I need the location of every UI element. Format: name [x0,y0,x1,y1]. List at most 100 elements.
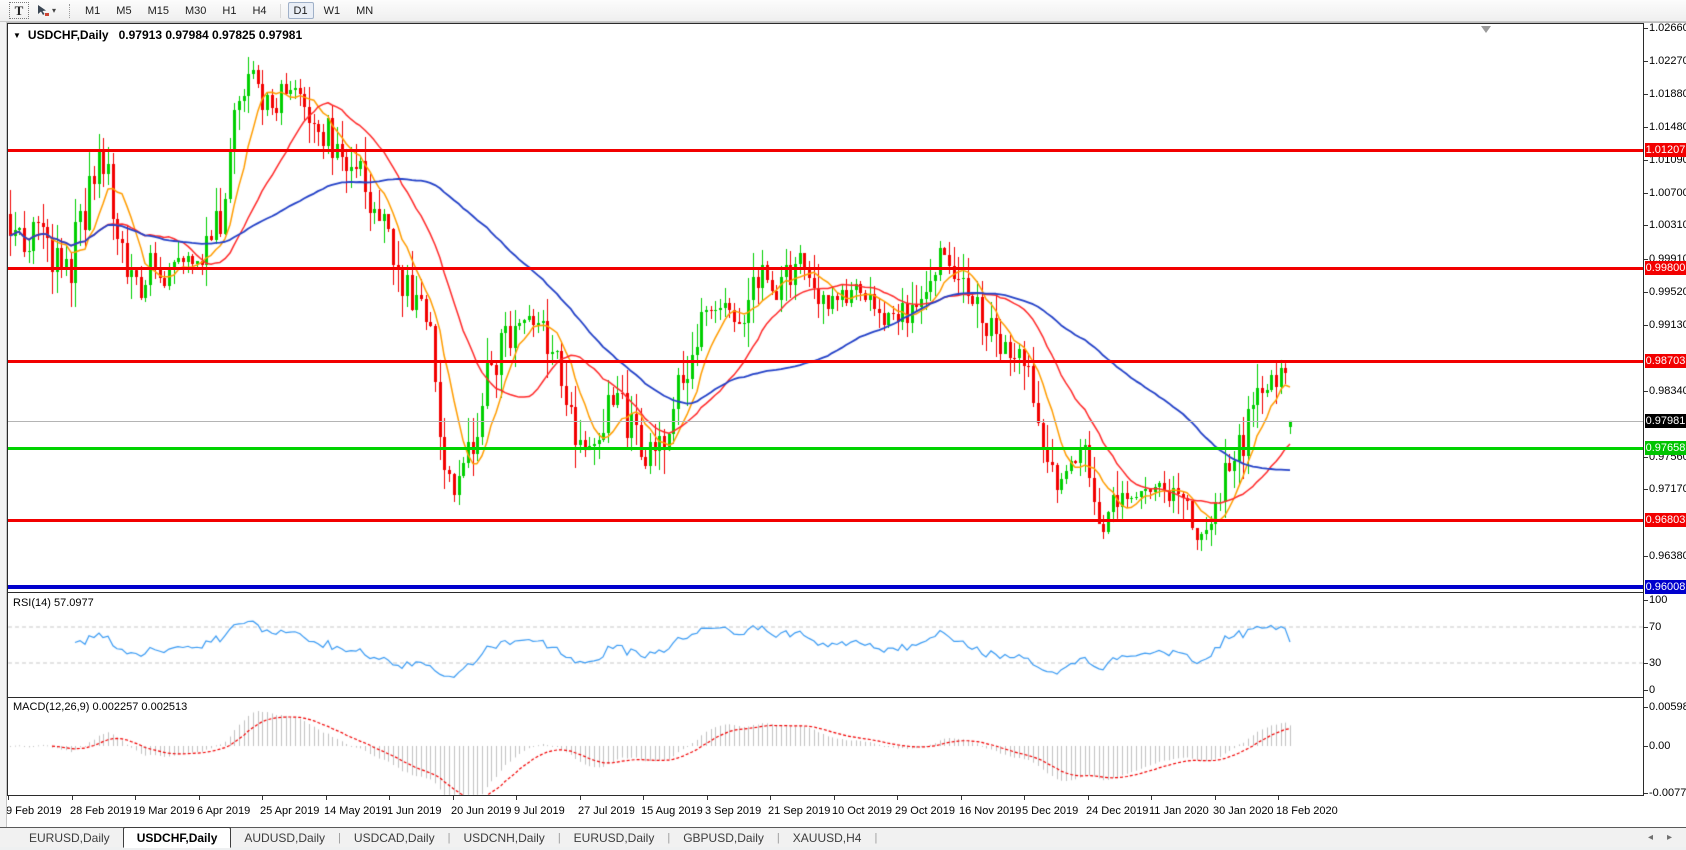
rsi-indicator-label: RSI(14) 57.0977 [13,597,94,609]
price-level-badge: 0.96803 [1645,513,1686,527]
date-tick-label: 28 Feb 2019 [70,805,132,817]
chart-shift-marker-icon[interactable] [1481,26,1491,33]
tab-separator: | [874,828,877,847]
date-tick-mark [580,796,581,800]
date-tick-mark [262,796,263,800]
price-tick-mark [1644,193,1648,194]
date-tick-mark [1278,796,1279,800]
date-tick-mark [834,796,835,800]
date-tick-label: 10 Oct 2019 [832,805,892,817]
chart-tab-3-usdcad[interactable]: USDCAD,Daily [341,828,448,847]
price-tick-label: 1.02270 [1649,55,1686,67]
chart-tab-5-eurusd[interactable]: EURUSD,Daily [561,828,668,847]
horizontal-level-line[interactable] [8,149,1643,152]
price-tick-mark [1644,61,1648,62]
chart-collapse-icon[interactable]: ▼ [13,31,21,40]
window-left-frame [0,22,7,827]
chart-tab-0-eurusd[interactable]: EURUSD,Daily [16,828,123,847]
timeframe-button-mn[interactable]: MN [350,2,379,19]
tabs-scroll-left-button[interactable]: ◂ [1648,832,1653,843]
date-tick-label: 19 Mar 2019 [133,805,195,817]
horizontal-level-line[interactable] [8,421,1643,422]
price-tick-mark [1644,225,1648,226]
price-tick-mark [1644,556,1648,557]
price-level-badge: 1.01207 [1645,143,1686,157]
cursor-style-tool-button[interactable]: ▾ [33,2,59,19]
price-tick-mark [1644,457,1648,458]
date-tick-label: 1 Jun 2019 [387,805,441,817]
date-tick-mark [897,796,898,800]
tabs-scroll-right-button[interactable]: ▸ [1667,832,1672,843]
date-tick-mark [1088,796,1089,800]
timeframe-toolbar: M1M5 M15M30H1H4 D1W1MN [79,0,383,21]
timeframe-button-m15[interactable]: M15 [142,2,175,19]
price-chart-canvas[interactable] [7,23,1644,796]
chart-tab-6-gbpusd[interactable]: GBPUSD,Daily [670,828,777,847]
price-tick-label: 1.01880 [1649,88,1686,100]
horizontal-level-line[interactable] [8,519,1643,522]
crayon-icon [36,4,50,17]
tabbar-spacer [0,828,16,847]
price-tick-label: 0.96380 [1649,550,1686,562]
timeframe-button-h4[interactable]: H4 [246,2,272,19]
price-tick-mark [1644,292,1648,293]
date-tick-mark [707,796,708,800]
horizontal-level-line[interactable] [8,447,1643,450]
price-tick-mark [1644,28,1648,29]
date-tick-label: 3 Sep 2019 [705,805,761,817]
date-tick-mark [8,796,9,800]
date-tick-mark [1024,796,1025,800]
price-tick-mark [1644,127,1648,128]
price-tick-label: 1.00310 [1649,219,1686,231]
date-tick-label: 15 Aug 2019 [641,805,703,817]
rsi-tick-mark [1644,627,1648,628]
text-tool-button[interactable]: T [9,2,29,19]
top-toolbar: T ▾ M1M5 M15M30H1H4 D1W1MN [0,0,1686,22]
timeframe-button-h1[interactable]: H1 [216,2,242,19]
horizontal-level-line[interactable] [8,585,1643,589]
chart-symbol-label: USDCHF,Daily [28,28,109,42]
price-tick-mark [1644,94,1648,95]
chart-tab-7-xauusd[interactable]: XAUUSD,H4 [780,828,875,847]
date-tick-label: 30 Jan 2020 [1213,805,1274,817]
rsi-tick-mark [1644,690,1648,691]
timeframe-button-m5[interactable]: M5 [110,2,137,19]
horizontal-level-line[interactable] [8,267,1643,270]
macd-tick-mark [1644,793,1648,794]
chart-ohlc-quotes: 0.97913 0.97984 0.97825 0.97981 [119,28,303,42]
timeframe-button-d1[interactable]: D1 [288,2,314,19]
date-tick-label: 9 Feb 2019 [6,805,62,817]
date-tick-label: 9 Jul 2019 [514,805,565,817]
price-level-badge: 0.96008 [1645,580,1686,594]
chart-tab-2-audusd[interactable]: AUDUSD,Daily [231,828,338,847]
horizontal-level-line[interactable] [8,360,1643,363]
timeframe-button-w1[interactable]: W1 [318,2,347,19]
date-tick-mark [1215,796,1216,800]
date-tick-label: 16 Nov 2019 [959,805,1021,817]
price-tick-label: 1.01480 [1649,121,1686,133]
date-tick-mark [453,796,454,800]
date-tick-label: 14 May 2019 [324,805,388,817]
date-tick-label: 6 Apr 2019 [197,805,250,817]
price-tick-mark [1644,391,1648,392]
date-tick-mark [199,796,200,800]
macd-tick-label: 0.00 [1649,740,1670,752]
rsi-tick-mark [1644,600,1648,601]
toolbar-separator [280,4,281,18]
price-tick-label: 0.98340 [1649,385,1686,397]
dropdown-caret-icon: ▾ [52,6,56,15]
date-tick-label: 21 Sep 2019 [768,805,830,817]
date-tick-label: 11 Jan 2020 [1149,805,1209,817]
chart-tab-4-usdcnh[interactable]: USDCNH,Daily [450,828,557,847]
chart-title: ▼ USDCHF,Daily 0.97913 0.97984 0.97825 0.9… [13,28,302,42]
chart-tab-1-usdchf[interactable]: USDCHF,Daily [123,827,232,848]
rsi-tick-label: 30 [1649,657,1661,669]
date-tick-label: 25 Apr 2019 [260,805,319,817]
price-tick-mark [1644,489,1648,490]
timeframe-button-m30[interactable]: M30 [179,2,212,19]
timeframe-button-m1[interactable]: M1 [79,2,106,19]
date-tick-label: 5 Dec 2019 [1022,805,1078,817]
date-tick-mark [516,796,517,800]
toolbar-grip [69,4,70,18]
chart-tabs: EURUSD,DailyUSDCHF,DailyAUDUSD,Daily|USD… [16,828,877,847]
